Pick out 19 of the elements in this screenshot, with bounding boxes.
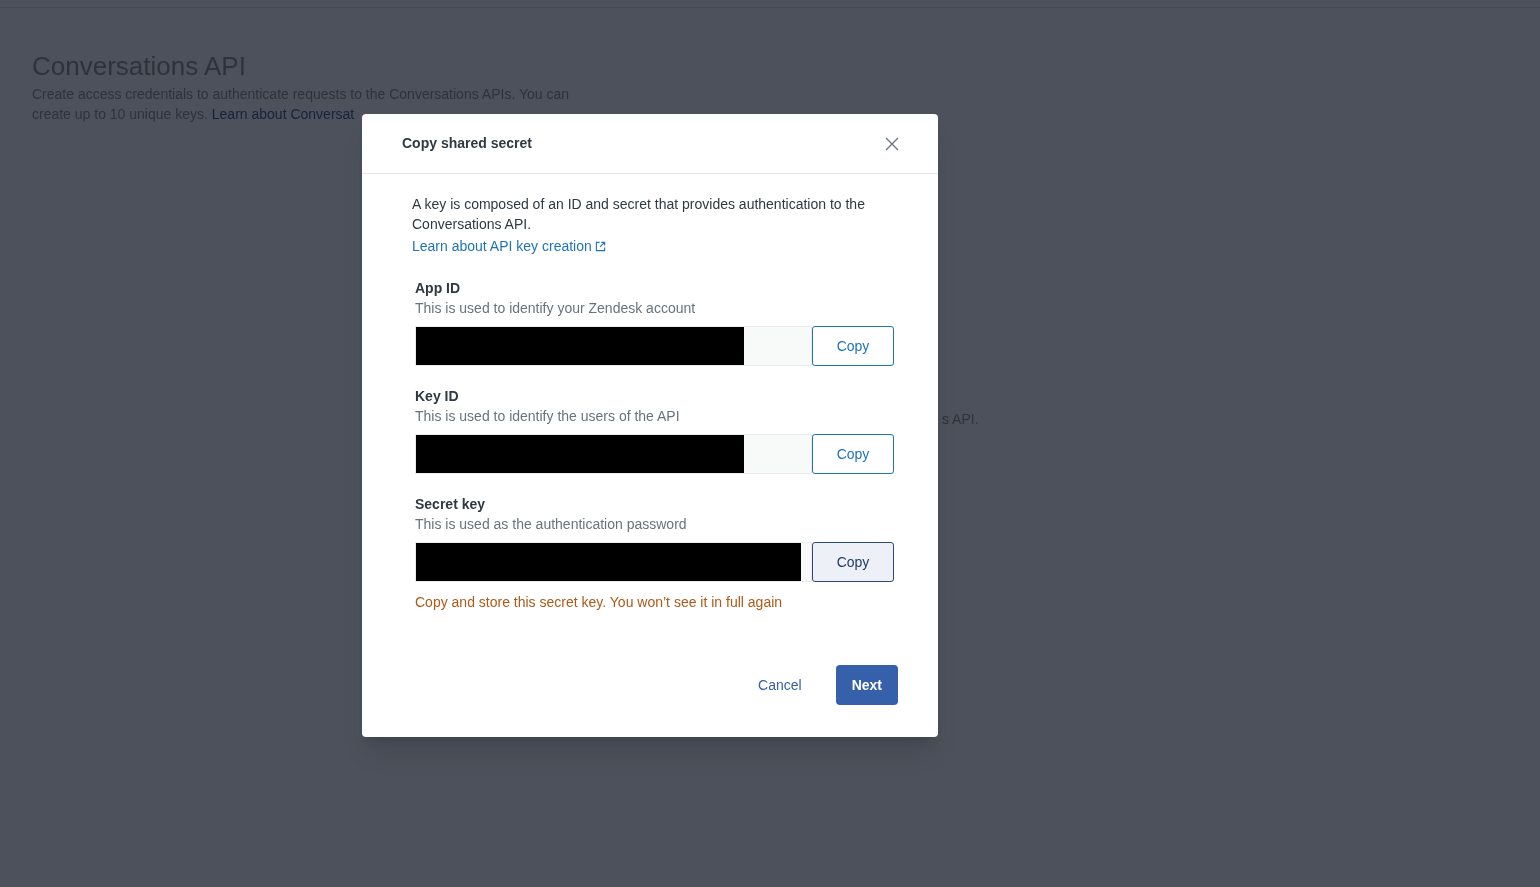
field-hint: This is used to identify the users of the API xyxy=(415,407,681,426)
warning-message: Copy and store this secret key. You won’t see it in full again xyxy=(414,593,784,612)
next-button[interactable]: Next xyxy=(835,665,898,705)
learn-link[interactable]: Learn about API key creation xyxy=(412,236,606,256)
field-hint: This is used to identify your Zendesk account xyxy=(415,299,697,318)
field-label: App ID xyxy=(415,279,462,298)
dialog-description: A key is composed of an ID and secret that provides authentication to the Conversations API. xyxy=(412,195,866,234)
cancel-button[interactable]: Cancel xyxy=(742,665,818,705)
copy-button[interactable]: Copy xyxy=(812,434,894,474)
field-label: Key ID xyxy=(415,387,460,406)
input-field[interactable] xyxy=(415,326,812,366)
external-link-icon xyxy=(594,240,606,252)
copy-button[interactable]: Copy xyxy=(812,326,894,366)
field-hint: This is used as the authentication password xyxy=(415,515,688,534)
field-label: Secret key xyxy=(415,495,487,514)
dialog-title: Copy shared secret xyxy=(402,134,532,153)
input-field[interactable] xyxy=(415,434,812,474)
copy-button[interactable]: Copy xyxy=(812,542,894,582)
close-icon[interactable] xyxy=(884,135,900,152)
